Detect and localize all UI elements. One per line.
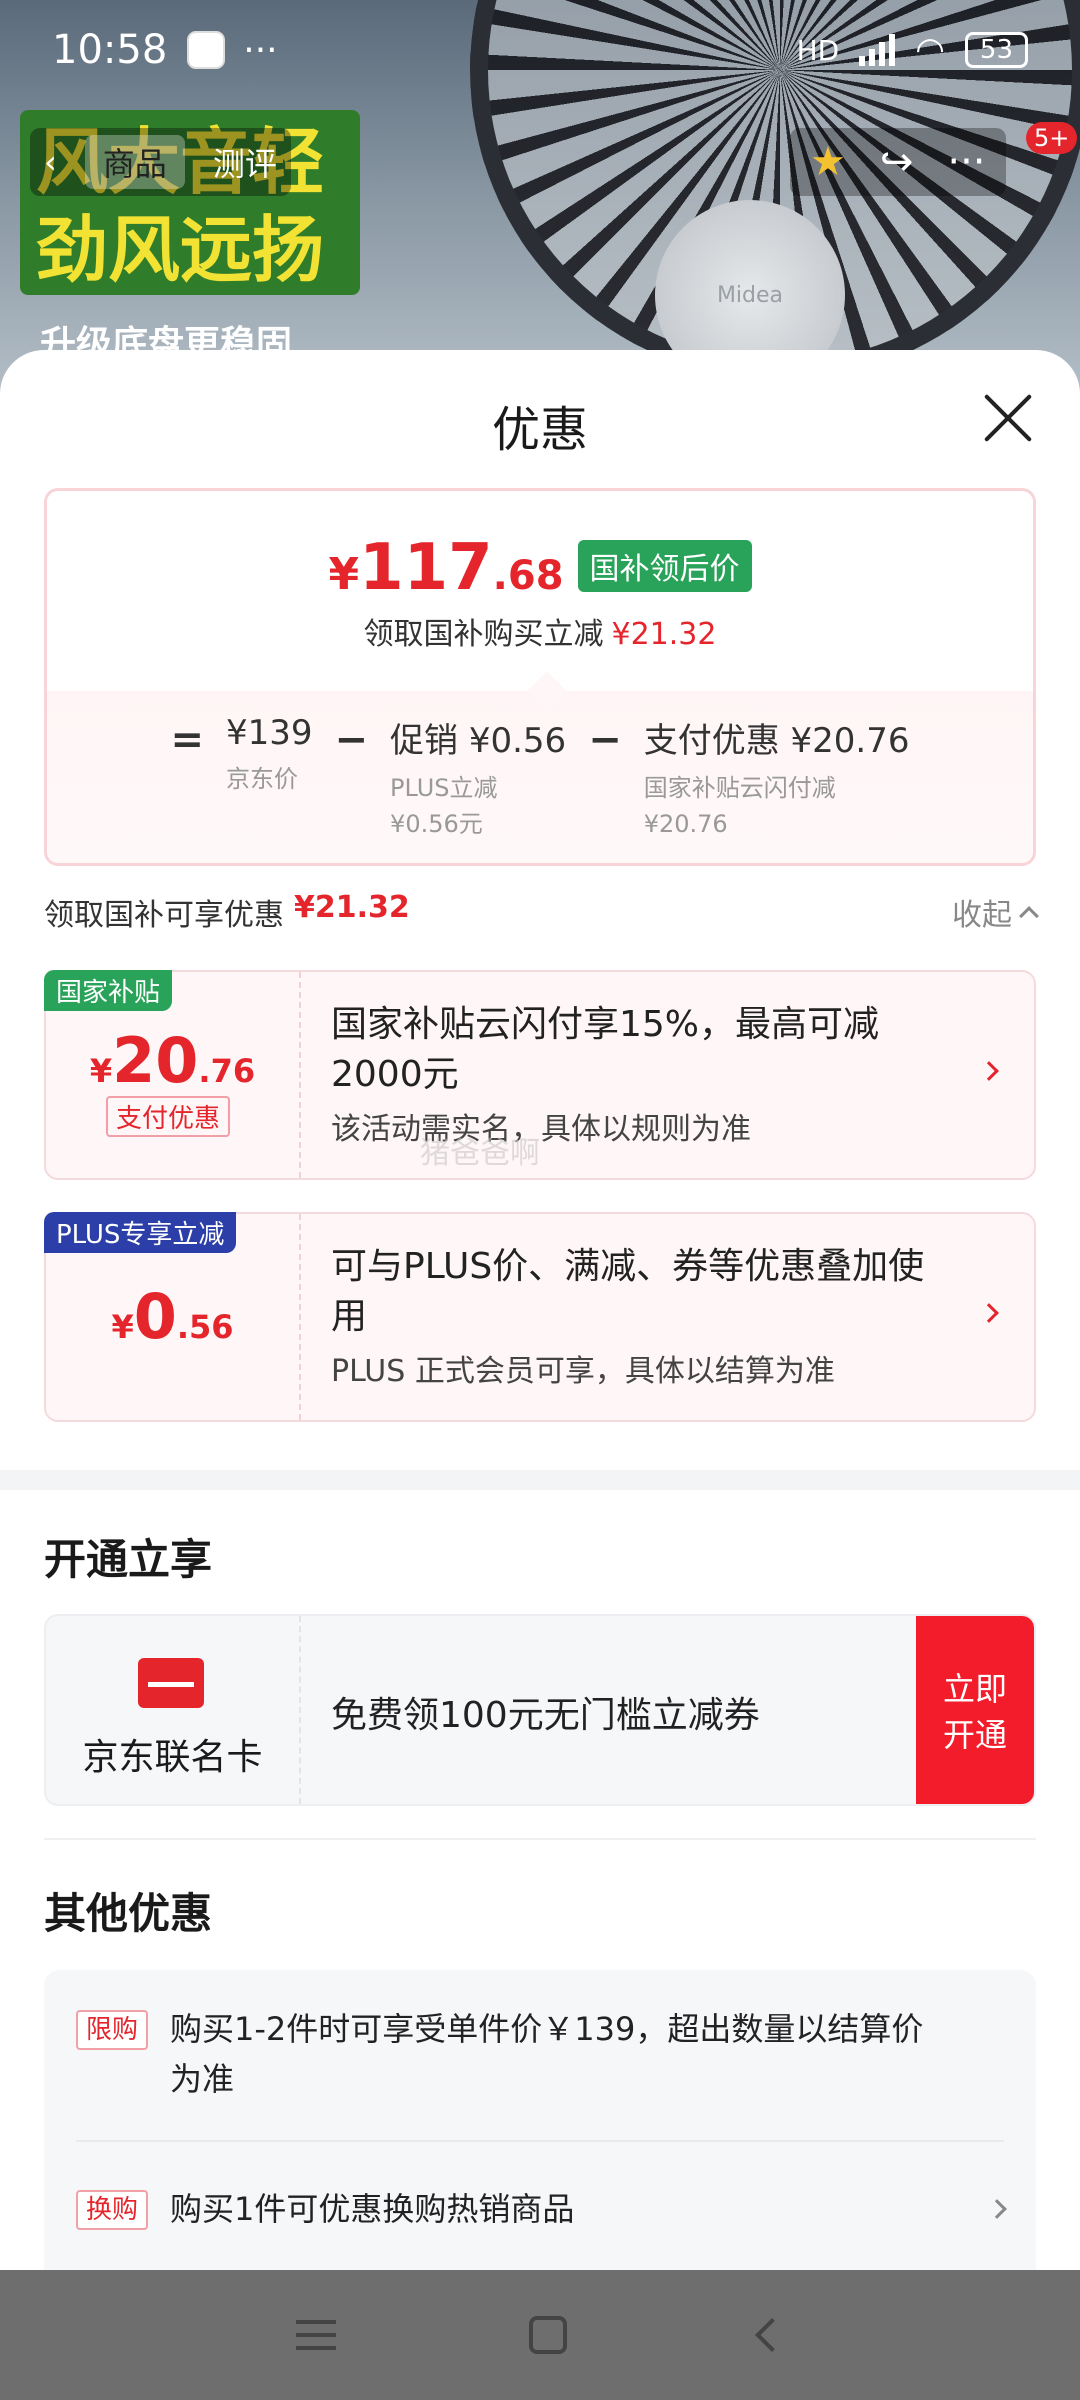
offer-tag: 国家补贴 [44,970,173,1011]
chevron-up-icon [1019,906,1039,926]
signal-icon [859,34,896,66]
offer-title: 可与PLUS价、满减、券等优惠叠加使用 [331,1246,925,1337]
sheet-title: 优惠 [491,402,588,458]
formula-payment-discount: 支付优惠 ¥20.76 国家补贴云闪付减 ¥20.76 [643,721,910,838]
price-formula: = ¥139 京东价 − 促销 ¥0.56 PLUS立减 ¥0.56元 − 支付优… [47,713,1033,842]
status-indicators: HD ◠ 53 [797,30,1028,70]
cobrand-card-offer[interactable]: 京东联名卡 免费领100元无门槛立减券 立即开通 [44,1614,1036,1806]
price-summary-card: ¥117.68 国补领后价 领取国补购买立减 ¥21.32 = ¥139 京东价 … [44,488,1036,866]
network-type: HD [796,33,840,67]
chevron-right-icon [979,1303,999,1323]
saving-line: 领取国补购买立减 ¥21.32 [363,617,717,652]
home-icon[interactable] [528,2316,567,2354]
favorite-icon[interactable]: ★ [810,139,846,185]
menu-icon[interactable] [296,2320,337,2350]
list-item-trade-in[interactable]: 换购 购买1件可优惠换购热销商品 [76,2184,1007,2234]
offers-sheet: 优惠 ¥117.68 国补领后价 领取国补购买立减 ¥21.32 = ¥139 京… [0,350,1080,2270]
list-item-text: 购买1-2件时可享受单件价￥139，超出数量以结算价为准 [170,2010,924,2098]
other-section-title: 其他优惠 [44,1889,213,1938]
list-item-purchase-limit: 限购 购买1-2件时可享受单件价￥139，超出数量以结算价为准 [76,2004,1004,2104]
status-bar: 10:58 ··· HD ◠ 53 [0,0,1080,100]
offer-amount: ¥0.56 [111,1280,234,1353]
formula-jd-price: ¥139 京东价 [226,713,313,793]
formula-promotion: 促销 ¥0.56 PLUS立减 ¥0.56元 [390,721,567,838]
open-section-title: 开通立享 [44,1535,213,1584]
product-actions: ★ ↪ ··· [790,128,1006,196]
share-icon[interactable]: ↪ [880,139,914,185]
formula-op: − [334,717,369,763]
offer-tag: PLUS专享立减 [44,1212,237,1253]
formula-op: − [588,717,622,763]
clock: 10:58 [52,27,168,73]
card-name: 京东联名卡 [82,1737,263,1778]
divider [76,2140,1004,2142]
product-nav: ‹ 商品 测评 [30,128,291,196]
offer-desc: PLUS 正式会员可享，具体以结算为准 [331,1354,835,1389]
discount-section-header: 领取国补可享优惠 ¥21.32 收起 [44,890,1039,934]
offer-title: 国家补贴云闪付享15%，最高可减2000元 [331,1004,880,1095]
close-icon[interactable] [978,388,1038,448]
trade-tag: 换购 [76,2190,149,2230]
more-notifications-icon: ··· [243,29,278,71]
cobrand-offer-text: 免费领100元无门槛立减券 [331,1695,760,1736]
open-now-button[interactable]: 立即开通 [916,1616,1034,1804]
battery-icon: 53 [964,32,1028,68]
promo-line-2: 劲风远扬 [36,208,325,292]
watermark: 猪爸爸啊 [420,1136,540,1171]
collapse-button[interactable]: 收起 [952,890,1039,934]
chevron-right-icon [987,2199,1007,2219]
price-amount: ¥117.68 [328,531,564,605]
wifi-icon: ◠ [915,30,945,70]
credit-card-icon [138,1658,204,1708]
notification-avatar-icon [187,31,226,69]
back-icon[interactable]: ‹ [44,143,57,181]
tab-product[interactable]: 商品 [84,135,185,189]
tab-review[interactable]: 测评 [213,139,277,185]
price-tag: 国补领后价 [577,540,752,592]
other-offers-list: 限购 购买1-2件时可享受单件价￥139，超出数量以结算价为准 换购 购买1件可… [44,1970,1036,2270]
offer-subtag: 支付优惠 [106,1096,231,1137]
limit-tag: 限购 [76,2010,149,2050]
more-icon[interactable]: ··· [947,139,985,185]
list-item-text: 购买1件可优惠换购热销商品 [170,2190,575,2228]
system-nav-bar [0,2270,1080,2400]
final-price: ¥117.68 国补领后价 [47,531,1033,605]
offer-amount: ¥20.76 [89,1024,256,1097]
offer-card-plus[interactable]: PLUS专享立减 ¥0.56 可与PLUS价、满减、券等优惠叠加使用 PLUS … [44,1212,1036,1422]
chevron-right-icon [979,1061,999,1081]
message-badge: 5+ [1026,122,1078,154]
formula-op: = [170,717,204,763]
section-divider [0,1470,1080,1490]
back-icon[interactable] [754,2318,789,2352]
divider [44,1838,1036,1840]
offer-card-national-subsidy[interactable]: 国家补贴 ¥20.76 支付优惠 国家补贴云闪付享15%，最高可减2000元 该… [44,970,1036,1180]
